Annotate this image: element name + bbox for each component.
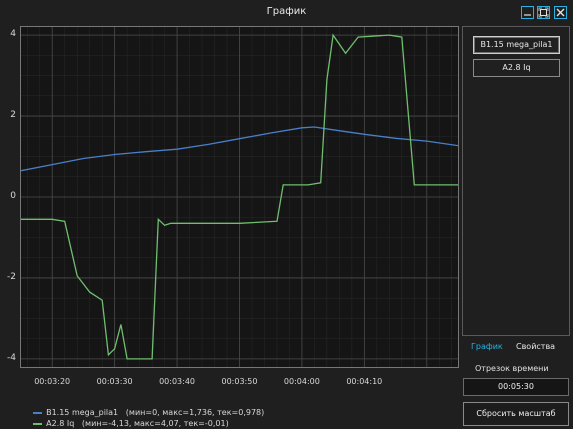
chart-grid bbox=[21, 27, 458, 367]
x-tick-label: 00:03:30 bbox=[96, 377, 133, 386]
reset-zoom-button[interactable]: Сбросить масштаб bbox=[463, 402, 569, 426]
close-icon[interactable] bbox=[554, 6, 567, 19]
maximize-icon[interactable] bbox=[537, 6, 550, 19]
title-bar: График bbox=[0, 0, 573, 26]
time-range-input[interactable]: 00:05:30 bbox=[463, 378, 569, 396]
x-tick-label: 00:04:10 bbox=[346, 377, 383, 386]
window-title: График bbox=[266, 6, 307, 17]
legend-swatch bbox=[33, 422, 43, 425]
signal-button-b1-15[interactable]: B1.15 mega_pila1 bbox=[473, 36, 560, 54]
x-tick-label: 00:04:00 bbox=[283, 377, 320, 386]
time-range-label: Отрезок времени bbox=[475, 364, 549, 373]
y-tick-label: -4 bbox=[7, 352, 16, 363]
y-tick-label: -2 bbox=[7, 271, 16, 282]
signal-button-a2-8[interactable]: A2.8 Iq bbox=[473, 59, 560, 77]
legend-name: A2.8 Iq bbox=[46, 419, 75, 428]
y-tick-label: 2 bbox=[10, 110, 16, 121]
y-tick-label: 0 bbox=[10, 191, 16, 201]
x-tick-label: 00:03:40 bbox=[159, 377, 195, 386]
minimize-icon[interactable] bbox=[521, 6, 534, 19]
chart-plot-area[interactable] bbox=[21, 27, 458, 367]
legend-item-2: A2.8 Iq (мин=-4,13, макс=4,07, тек=-0,01… bbox=[28, 410, 229, 428]
x-tick-label: 00:03:50 bbox=[221, 377, 258, 386]
tab-chart[interactable]: График bbox=[471, 342, 503, 351]
x-tick-label: 00:03:20 bbox=[34, 377, 71, 386]
tab-properties[interactable]: Свойства bbox=[516, 342, 555, 351]
legend-stats: (мин=-4,13, макс=4,07, тек=-0,01) bbox=[81, 419, 229, 428]
y-tick-label: 4 bbox=[10, 29, 16, 40]
